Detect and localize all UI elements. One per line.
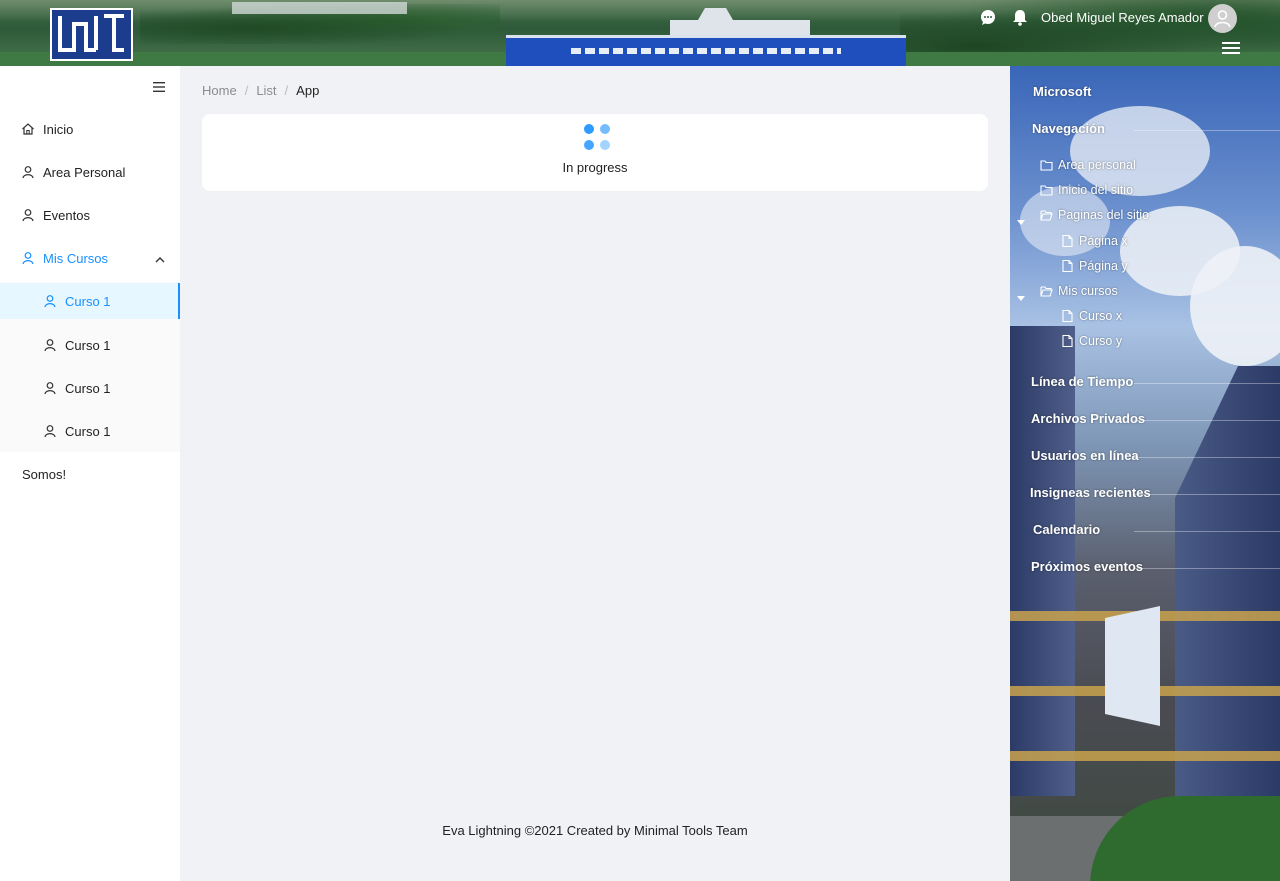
submenu-item-label: Curso 1 — [65, 337, 111, 353]
loading-spinner-icon — [584, 124, 612, 152]
heading-navegacion[interactable]: Navegación — [1032, 121, 1105, 136]
sidebar-item-eventos[interactable]: Eventos — [0, 197, 180, 233]
heading-calendario[interactable]: Calendario — [1033, 522, 1100, 537]
user-icon — [21, 208, 35, 222]
bell-icon[interactable] — [1011, 8, 1029, 26]
submenu-item-curso[interactable]: Curso 1 — [0, 327, 180, 363]
nav-paginas-sitio[interactable]: Paginas del sitio — [1040, 208, 1149, 222]
heading-proximos-eventos[interactable]: Próximos eventos — [1031, 559, 1143, 574]
heading-insigneas-recientes[interactable]: Insigneas recientes — [1030, 485, 1151, 500]
nav-curso-x[interactable]: Curso x — [1061, 309, 1122, 323]
heading-microsoft[interactable]: Microsoft — [1033, 84, 1092, 99]
avatar[interactable] — [1208, 4, 1237, 33]
file-icon — [1061, 259, 1074, 273]
page-footer: Eva Lightning ©2021 Created by Minimal T… — [442, 823, 748, 838]
breadcrumb-current: App — [296, 83, 320, 98]
caret-down-icon[interactable] — [1017, 289, 1025, 301]
sidebar-item-label: Inicio — [43, 121, 74, 137]
sidebar-item-inicio[interactable]: Inicio — [0, 111, 180, 147]
top-header: Obed Miguel Reyes Amador — [0, 0, 1280, 66]
heading-archivos-privados[interactable]: Archivos Privados — [1031, 411, 1145, 426]
user-name[interactable]: Obed Miguel Reyes Amador — [1041, 10, 1204, 25]
status-text: In progress — [562, 160, 628, 175]
nav-area-personal[interactable]: Area personal — [1040, 158, 1136, 172]
folder-open-icon — [1040, 285, 1053, 297]
file-icon — [1061, 309, 1074, 323]
nav-inicio-sitio[interactable]: Inicio del sitio — [1040, 183, 1133, 197]
submenu-item-curso[interactable]: Curso 1 — [0, 283, 180, 319]
sidebar-item-mis-cursos[interactable]: Mis Cursos — [0, 240, 180, 276]
submenu-item-label: Curso 1 — [65, 293, 111, 309]
submenu-item-curso[interactable]: Curso 1 — [0, 413, 180, 449]
caret-down-icon[interactable] — [1017, 213, 1025, 225]
user-icon — [43, 424, 57, 438]
chat-icon[interactable] — [980, 8, 998, 26]
nav-pagina-y[interactable]: Página y — [1061, 259, 1128, 273]
heading-linea-tiempo[interactable]: Línea de Tiempo — [1031, 374, 1133, 389]
submenu-item-label: Curso 1 — [65, 423, 111, 439]
folder-open-icon — [1040, 209, 1053, 221]
folder-icon — [1040, 184, 1053, 196]
user-icon — [21, 165, 35, 179]
content-card: In progress — [202, 114, 988, 191]
submenu-item-label: Curso 1 — [65, 380, 111, 396]
folder-icon — [1040, 159, 1053, 171]
submenu-item-curso[interactable]: Curso 1 — [0, 370, 180, 406]
sidebar-item-area-personal[interactable]: Area Personal — [0, 154, 180, 190]
nav-pagina-x[interactable]: Página x — [1061, 234, 1128, 248]
user-icon — [43, 294, 57, 308]
home-icon — [21, 122, 35, 136]
user-icon — [43, 338, 57, 352]
nav-mis-cursos[interactable]: Mis cursos — [1040, 284, 1118, 298]
heading-usuarios-linea[interactable]: Usuarios en línea — [1031, 448, 1139, 463]
file-icon — [1061, 234, 1074, 248]
nav-curso-y[interactable]: Curso y — [1061, 334, 1122, 348]
logo[interactable] — [50, 8, 133, 61]
sidebar-toggle-icon[interactable] — [152, 80, 166, 92]
user-icon — [21, 251, 35, 265]
sidebar-link-somos[interactable]: Somos! — [22, 467, 66, 482]
file-icon — [1061, 334, 1074, 348]
sidebar-item-label: Mis Cursos — [43, 250, 109, 266]
user-icon — [43, 381, 57, 395]
breadcrumb-list[interactable]: List — [256, 83, 276, 98]
left-sidebar: Inicio Area Personal Eventos Mis Cursos … — [0, 66, 180, 881]
breadcrumb: Home / List / App — [202, 83, 320, 98]
sidebar-item-label: Area Personal — [43, 164, 126, 180]
hamburger-icon[interactable] — [1222, 41, 1240, 55]
sidebar-item-label: Eventos — [43, 207, 90, 223]
breadcrumb-home[interactable]: Home — [202, 83, 237, 98]
avatar-icon — [1214, 10, 1231, 28]
chevron-up-icon[interactable] — [154, 253, 166, 263]
submenu-mis-cursos: Curso 1 Curso 1 Curso 1 Curso 1 — [0, 282, 180, 452]
